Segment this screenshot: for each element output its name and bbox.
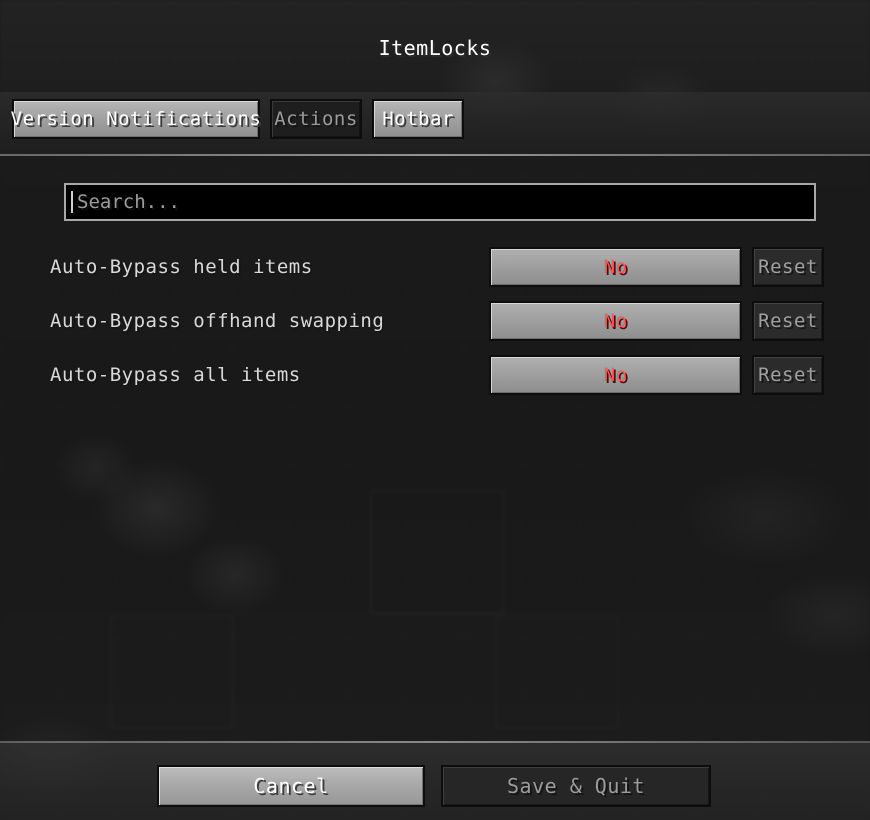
tab-version-notifications[interactable]: Version Notifications bbox=[10, 99, 262, 139]
option-label-auto-bypass-all-items: Auto-Bypass all items bbox=[50, 364, 301, 386]
option-value-text: No bbox=[603, 310, 628, 332]
option-value-text: No bbox=[603, 364, 628, 386]
reset-button-auto-bypass-offhand-swapping[interactable]: Reset bbox=[752, 301, 824, 341]
option-row: Auto-Bypass all items No Reset bbox=[0, 355, 870, 395]
tab-version-notifications-label: Version Notifications bbox=[10, 108, 262, 130]
header-divider bbox=[0, 154, 870, 156]
reset-button-auto-bypass-all-items[interactable]: Reset bbox=[752, 355, 824, 395]
tab-hotbar[interactable]: Hotbar bbox=[372, 99, 464, 139]
search-input[interactable]: Search... bbox=[64, 183, 816, 221]
reset-button-auto-bypass-held-items[interactable]: Reset bbox=[752, 247, 824, 287]
reset-button-label: Reset bbox=[758, 256, 818, 278]
itemlocks-config-screen: ItemLocks Version Notifications Actions … bbox=[0, 0, 870, 820]
option-value-button-auto-bypass-all-items[interactable]: No bbox=[489, 355, 742, 395]
option-value-text: No bbox=[603, 256, 628, 278]
option-label-auto-bypass-held-items: Auto-Bypass held items bbox=[50, 256, 313, 278]
option-label-auto-bypass-offhand-swapping: Auto-Bypass offhand swapping bbox=[50, 310, 385, 332]
cancel-button-label: Cancel bbox=[253, 774, 329, 798]
tab-hotbar-label: Hotbar bbox=[382, 108, 454, 130]
search-input-placeholder: Search... bbox=[77, 191, 180, 213]
reset-button-label: Reset bbox=[758, 364, 818, 386]
footer-panel bbox=[0, 743, 870, 820]
cancel-button[interactable]: Cancel bbox=[157, 765, 425, 807]
tab-actions[interactable]: Actions bbox=[270, 99, 362, 139]
option-value-button-auto-bypass-offhand-swapping[interactable]: No bbox=[489, 301, 742, 341]
option-value-button-auto-bypass-held-items[interactable]: No bbox=[489, 247, 742, 287]
reset-button-label: Reset bbox=[758, 310, 818, 332]
option-row: Auto-Bypass offhand swapping No Reset bbox=[0, 301, 870, 341]
tab-bar: Version Notifications Actions Hotbar bbox=[10, 99, 464, 139]
background-block-outline bbox=[370, 490, 504, 614]
option-row: Auto-Bypass held items No Reset bbox=[0, 247, 870, 287]
background-block-outline bbox=[110, 615, 234, 729]
save-and-quit-button[interactable]: Save & Quit bbox=[441, 765, 711, 807]
save-and-quit-button-label: Save & Quit bbox=[507, 774, 645, 798]
text-cursor bbox=[71, 191, 73, 213]
page-title: ItemLocks bbox=[378, 36, 492, 60]
tab-actions-label: Actions bbox=[274, 108, 358, 130]
background-block-outline bbox=[495, 615, 619, 729]
